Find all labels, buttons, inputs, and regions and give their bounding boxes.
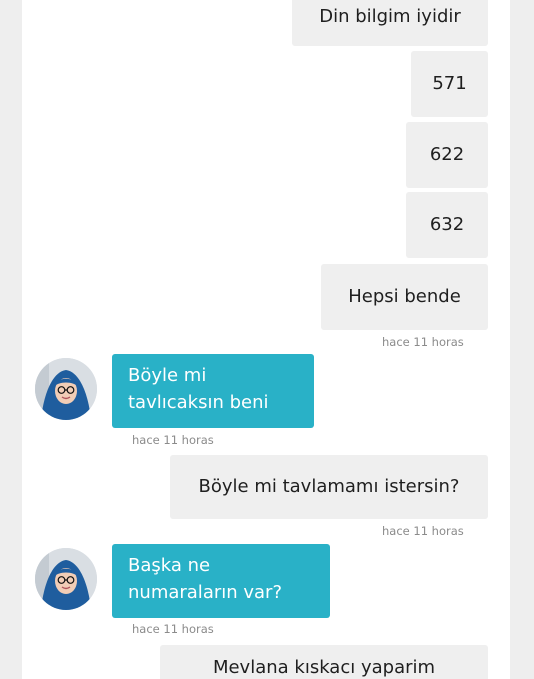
outgoing-message: 632	[406, 192, 488, 258]
message-text: 632	[429, 214, 465, 235]
user-avatar-icon	[35, 548, 97, 610]
message-text: Böyle mi tavlıcaksın beni	[128, 365, 269, 413]
incoming-message: Başka ne numaraların var?	[112, 544, 330, 618]
message-timestamp: hace 11 horas	[132, 622, 214, 636]
message-text: Mevlana kıskacı yaparim	[212, 657, 436, 678]
outgoing-message: Böyle mi tavlamamı istersin?	[170, 455, 488, 519]
message-timestamp: hace 11 horas	[132, 433, 214, 447]
outgoing-message: Din bilgim iyidir	[292, 0, 488, 46]
message-timestamp: hace 11 horas	[382, 335, 464, 349]
contact-avatar[interactable]	[35, 548, 97, 610]
incoming-message: Böyle mi tavlıcaksın beni	[112, 354, 314, 428]
message-text: 571	[432, 73, 467, 94]
message-text: Başka ne numaraların var?	[128, 555, 283, 603]
outgoing-message: Mevlana kıskacı yaparim	[160, 645, 488, 679]
contact-avatar[interactable]	[35, 358, 97, 420]
message-timestamp: hace 11 horas	[382, 524, 464, 538]
message-text: 622	[429, 144, 465, 165]
message-text: Hepsi bende	[348, 286, 461, 307]
message-text: Böyle mi tavlamamı istersin?	[198, 476, 460, 497]
user-avatar-icon	[35, 358, 97, 420]
outgoing-message: 571	[411, 51, 488, 117]
chat-thread[interactable]: Din bilgim iyidir 571 622 632 Hepsi bend…	[22, 0, 510, 679]
outgoing-message: Hepsi bende	[321, 264, 488, 330]
outgoing-message: 622	[406, 122, 488, 188]
message-text: Din bilgim iyidir	[319, 6, 461, 27]
